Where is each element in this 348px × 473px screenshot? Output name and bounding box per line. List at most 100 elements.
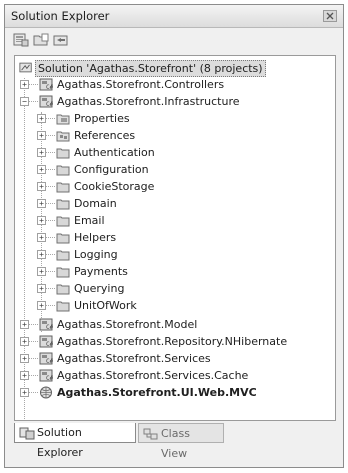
- refresh-button[interactable]: [53, 33, 69, 47]
- folder-node-email[interactable]: + Email: [15, 212, 335, 229]
- expand-toggle[interactable]: +: [37, 250, 46, 259]
- tab-class-view[interactable]: Class View: [138, 423, 224, 460]
- tree-item-label: References: [74, 129, 136, 142]
- tab-solution-explorer[interactable]: Solution Explorer: [14, 423, 136, 459]
- refresh-icon: [53, 35, 68, 46]
- folder-node-references[interactable]: + References: [15, 127, 335, 144]
- tree-item-label: Configuration: [74, 163, 149, 176]
- svg-text:C#: C#: [46, 341, 53, 348]
- project-icon: C#: [39, 369, 53, 382]
- expand-toggle[interactable]: +: [37, 216, 46, 225]
- expand-toggle[interactable]: +: [20, 388, 29, 397]
- folder-icon: [56, 148, 70, 159]
- properties-folder-icon: [56, 114, 70, 125]
- tree-item-label: Querying: [74, 282, 125, 295]
- folder-icon: [56, 233, 70, 244]
- solution-explorer-icon: [19, 427, 35, 440]
- solution-explorer-window: Solution Explorer Solution 'Agathas.Stor…: [4, 4, 344, 468]
- close-icon: [326, 12, 334, 20]
- window-title: Solution Explorer: [11, 9, 110, 23]
- svg-text:C#: C#: [46, 375, 53, 382]
- tree-item-label: Agathas.Storefront.Controllers: [57, 78, 225, 91]
- solution-icon: [19, 62, 32, 73]
- folder-icon: [56, 284, 70, 295]
- expand-toggle[interactable]: +: [37, 148, 46, 157]
- expand-toggle[interactable]: +: [37, 284, 46, 293]
- folder-node-configuration[interactable]: + Configuration: [15, 161, 335, 178]
- tree-item-label: Agathas.Storefront.Repository.NHibernate: [57, 335, 288, 348]
- show-all-files-icon: [33, 33, 49, 46]
- expand-toggle[interactable]: +: [20, 337, 29, 346]
- project-node-services-cache[interactable]: + C# Agathas.Storefront.Services.Cache: [15, 367, 335, 384]
- expand-toggle[interactable]: +: [20, 80, 29, 89]
- expand-toggle[interactable]: +: [37, 267, 46, 276]
- properties-button[interactable]: [13, 33, 29, 47]
- collapse-toggle[interactable]: −: [20, 97, 29, 106]
- tree-item-label: Agathas.Storefront.Services.Cache: [57, 369, 249, 382]
- project-node-repository[interactable]: + C# Agathas.Storefront.Repository.NHibe…: [15, 333, 335, 350]
- expand-toggle[interactable]: +: [37, 165, 46, 174]
- tree-item-label: CookieStorage: [74, 180, 155, 193]
- project-node-controllers[interactable]: + C# Agathas.Storefront.Controllers: [15, 76, 335, 93]
- folder-node-domain[interactable]: + Domain: [15, 195, 335, 212]
- expand-toggle[interactable]: +: [20, 371, 29, 380]
- svg-text:C#: C#: [46, 324, 53, 331]
- class-view-icon: [143, 428, 158, 440]
- expand-toggle[interactable]: +: [37, 182, 46, 191]
- tree-item-label: Payments: [74, 265, 128, 278]
- svg-text:C#: C#: [46, 358, 53, 365]
- tree-item-label: Agathas.Storefront.Infrastructure: [57, 95, 240, 108]
- folder-node-querying[interactable]: + Querying: [15, 280, 335, 297]
- show-all-files-button[interactable]: [33, 33, 49, 47]
- tree-item-label: Properties: [74, 112, 130, 125]
- tree-item-label: UnitOfWork: [74, 299, 137, 312]
- folder-node-logging[interactable]: + Logging: [15, 246, 335, 263]
- tree-item-label: Domain: [74, 197, 117, 210]
- folder-icon: [56, 182, 70, 193]
- svg-text:C#: C#: [46, 84, 53, 91]
- expand-toggle[interactable]: +: [37, 233, 46, 242]
- expand-toggle[interactable]: +: [20, 354, 29, 363]
- expand-toggle[interactable]: +: [37, 199, 46, 208]
- expand-toggle[interactable]: +: [37, 114, 46, 123]
- expand-toggle[interactable]: +: [37, 301, 46, 310]
- tree-item-label: Authentication: [74, 146, 155, 159]
- references-folder-icon: [56, 131, 70, 142]
- tab-label: Class View: [161, 427, 190, 460]
- solution-label: Solution 'Agathas.Storefront' (8 project…: [35, 60, 266, 77]
- title-bar: Solution Explorer: [5, 5, 343, 28]
- folder-node-helpers[interactable]: + Helpers: [15, 229, 335, 246]
- tree-item-label: Email: [74, 214, 105, 227]
- tab-label: Solution Explorer: [37, 426, 83, 459]
- project-node-model[interactable]: + C# Agathas.Storefront.Model: [15, 316, 335, 333]
- web-project-icon: [40, 386, 52, 399]
- tree-item-label: Agathas.Storefront.UI.Web.MVC: [57, 386, 257, 399]
- folder-icon: [56, 267, 70, 278]
- project-node-ui-web-mvc[interactable]: + Agathas.Storefront.UI.Web.MVC: [15, 384, 335, 401]
- folder-node-properties[interactable]: + Properties: [15, 110, 335, 127]
- toolbar: [5, 28, 343, 54]
- project-icon: C#: [39, 95, 53, 108]
- project-icon: C#: [39, 78, 53, 91]
- project-node-services[interactable]: + C# Agathas.Storefront.Services: [15, 350, 335, 367]
- expand-toggle[interactable]: +: [37, 131, 46, 140]
- properties-icon: [13, 33, 29, 47]
- folder-node-payments[interactable]: + Payments: [15, 263, 335, 280]
- tree-item-label: Agathas.Storefront.Services: [57, 352, 211, 365]
- project-node-infrastructure[interactable]: − C# Agathas.Storefront.Infrastructure: [15, 93, 335, 110]
- tab-strip: Solution Explorer Class View: [14, 423, 336, 460]
- expand-toggle[interactable]: +: [20, 320, 29, 329]
- folder-node-cookiestorage[interactable]: + CookieStorage: [15, 178, 335, 195]
- tree-item-label: Helpers: [74, 231, 117, 244]
- folder-icon: [56, 216, 70, 227]
- close-button[interactable]: [323, 10, 337, 22]
- folder-icon: [56, 165, 70, 176]
- svg-text:C#: C#: [46, 101, 53, 108]
- project-icon: C#: [39, 352, 53, 365]
- folder-node-unitofwork[interactable]: + UnitOfWork: [15, 297, 335, 314]
- folder-icon: [56, 301, 70, 312]
- solution-tree[interactable]: Solution 'Agathas.Storefront' (8 project…: [14, 55, 336, 421]
- folder-node-authentication[interactable]: + Authentication: [15, 144, 335, 161]
- folder-icon: [56, 199, 70, 210]
- folder-icon: [56, 250, 70, 261]
